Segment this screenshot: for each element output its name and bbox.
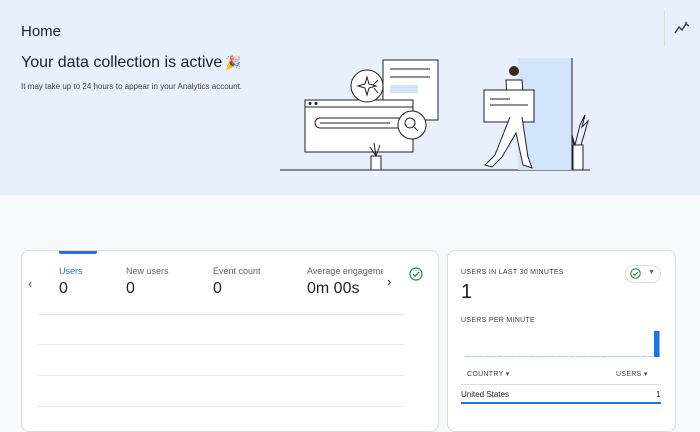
minute-bar: [464, 356, 471, 357]
check-circle-icon[interactable]: [409, 267, 423, 281]
chart-gridline: [38, 375, 404, 376]
minute-bar: [653, 331, 660, 357]
realtime-title: USERS IN LAST 30 MINUTES: [461, 269, 564, 276]
users-per-minute-label: USERS PER MINUTE: [461, 317, 536, 324]
table-divider: [461, 384, 661, 385]
hero-subtext: It may take up to 24 hours to appear in …: [21, 82, 243, 91]
active-tab-indicator: [59, 251, 97, 254]
hero-banner: Home Your data collection is active 🎉 It …: [0, 0, 700, 195]
tab-value: 0: [126, 280, 135, 297]
minute-bar: [595, 356, 601, 357]
minute-bar: [490, 356, 497, 357]
minute-bar: [640, 356, 647, 357]
minute-bar: [627, 356, 634, 357]
minute-bar: [529, 356, 536, 357]
minute-bar: [523, 356, 529, 357]
caret-down-icon: ▼: [648, 269, 655, 276]
minute-bar: [562, 356, 569, 357]
realtime-card: USERS IN LAST 30 MINUTES 1 ▼ USERS PER M…: [447, 250, 676, 432]
minute-bar: [569, 356, 575, 357]
minute-bar: [549, 356, 555, 357]
users-cell: 1: [656, 390, 661, 399]
hero-illustration: [280, 58, 590, 171]
minute-bar: [471, 356, 477, 357]
minute-bar: [608, 356, 614, 357]
minute-bar: [634, 356, 640, 357]
minute-bar: [601, 356, 608, 357]
minute-bar: [497, 356, 503, 357]
hero-heading: Your data collection is active 🎉: [21, 54, 242, 72]
tab-users[interactable]: Users 0: [59, 251, 129, 301]
minute-bar: [503, 356, 510, 357]
insights-sparkline-icon: [674, 21, 690, 34]
minute-bar: [555, 356, 562, 357]
tab-label: New users: [126, 266, 169, 276]
check-circle-icon: [630, 268, 641, 279]
minute-bar: [536, 356, 542, 357]
tab-value: 0m 00s: [307, 280, 360, 297]
minute-bar: [621, 356, 627, 357]
tab-average-engagement[interactable]: Average engageme 0m 00s: [307, 251, 383, 301]
minute-bar: [647, 356, 653, 357]
tab-label: Users: [59, 266, 83, 276]
hero-heading-text: Your data collection is active: [21, 54, 223, 71]
users-per-minute-chart: [464, 331, 660, 357]
tab-label: Event count: [213, 266, 261, 276]
tab-value: 0: [213, 280, 222, 297]
tab-value: 0: [59, 280, 68, 297]
chart-gridline: [38, 344, 404, 345]
minute-bar: [542, 356, 549, 357]
overview-card: ‹ Users 0 New users 0 Event count 0 Aver…: [21, 250, 439, 432]
users-column-header[interactable]: USERS ▾: [616, 370, 648, 378]
party-popper-icon: 🎉: [225, 55, 242, 70]
insights-button[interactable]: [664, 11, 700, 47]
country-column-header[interactable]: COUNTRY ▾: [467, 370, 510, 378]
chevron-right-icon[interactable]: ›: [387, 274, 391, 289]
minute-bar: [575, 356, 582, 357]
minute-bar: [484, 356, 490, 357]
chart-gridline: [38, 314, 404, 315]
realtime-status-dropdown[interactable]: ▼: [625, 265, 661, 283]
tab-event-count[interactable]: Event count 0: [213, 251, 298, 301]
minute-bar: [588, 356, 595, 357]
minute-bar: [510, 356, 516, 357]
page-title: Home: [21, 23, 62, 40]
row-share-bar: [461, 402, 661, 404]
minute-bar: [614, 356, 621, 357]
realtime-user-count: 1: [461, 281, 473, 303]
tab-new-users[interactable]: New users 0: [126, 251, 206, 301]
minute-bar: [582, 356, 588, 357]
chevron-left-icon[interactable]: ‹: [28, 276, 32, 291]
minute-bar: [516, 356, 523, 357]
tab-label: Average engageme: [307, 266, 383, 276]
chart-gridline: [38, 406, 404, 407]
country-cell: United States: [461, 390, 510, 399]
minute-bar: [477, 356, 484, 357]
